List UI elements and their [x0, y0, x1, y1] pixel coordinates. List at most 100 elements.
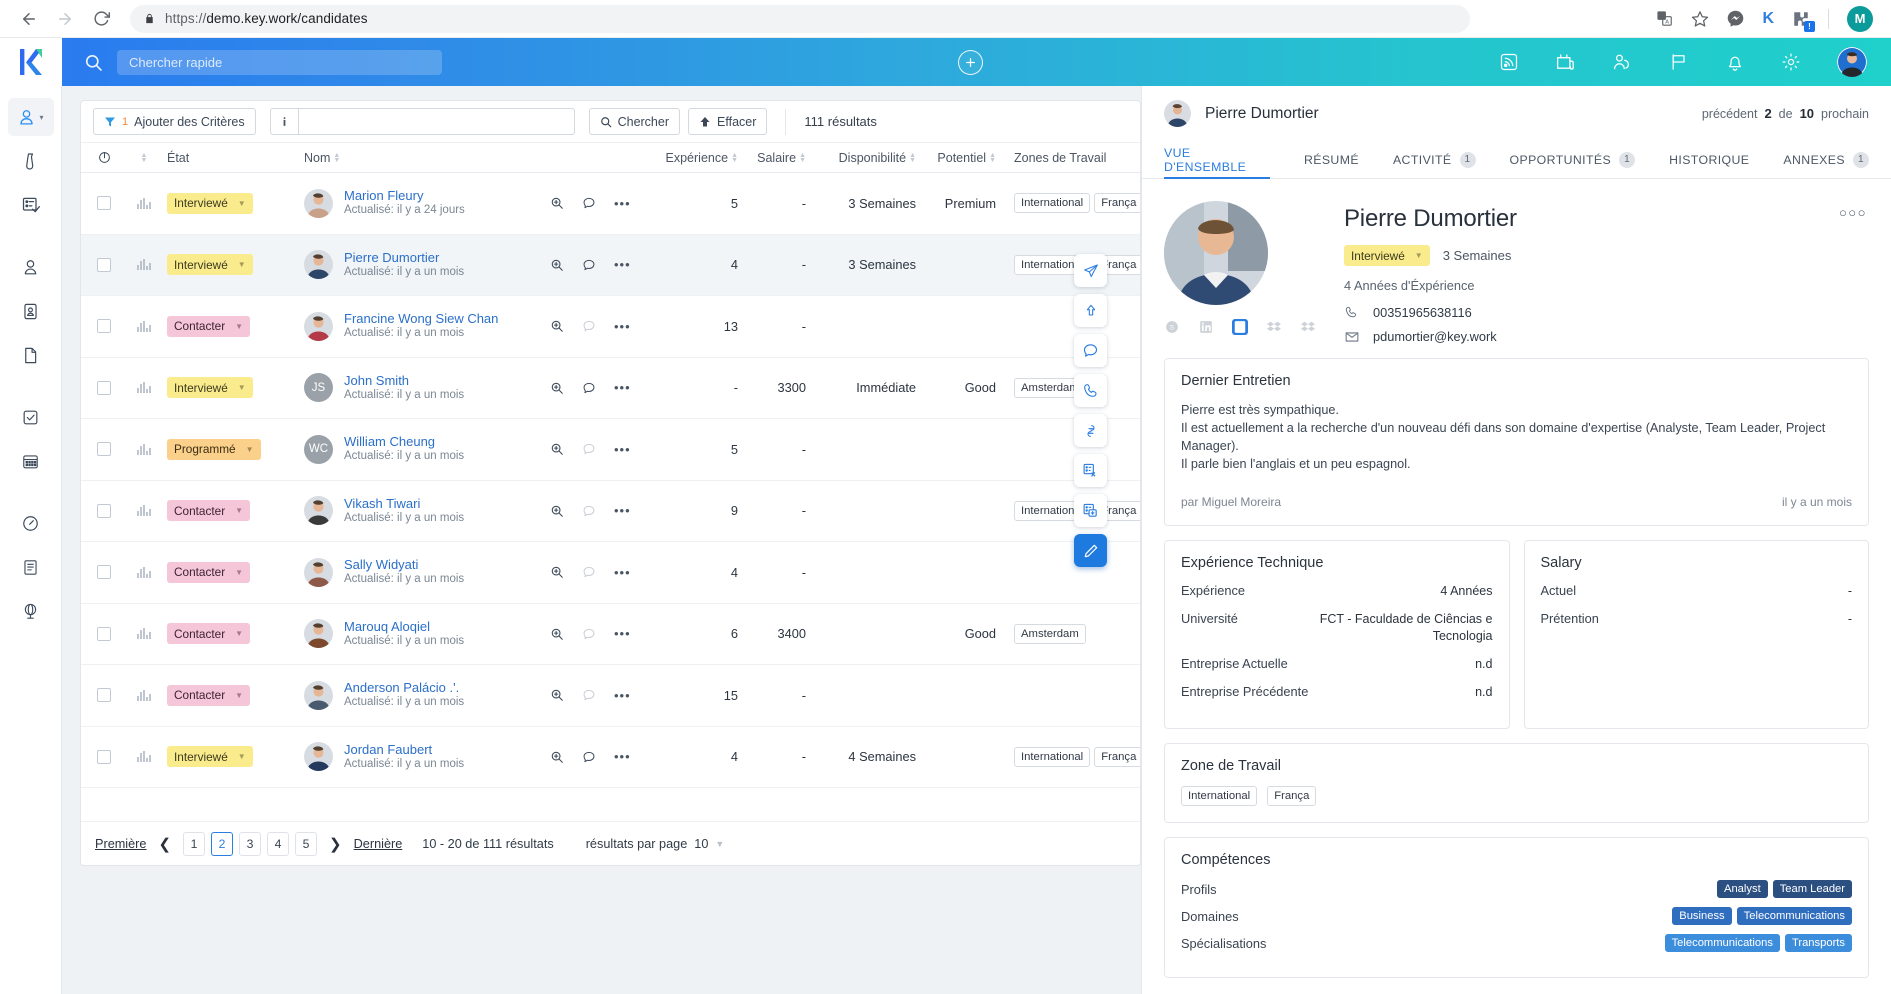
search-button[interactable]: Chercher [589, 108, 680, 135]
preview-icon[interactable] [550, 319, 564, 333]
table-row[interactable]: Contacter ▼ Anderson Palácio .'. Actuali… [81, 665, 1140, 727]
header-zones[interactable]: Zones de Travail [996, 143, 1141, 172]
row-checkbox[interactable] [85, 750, 123, 764]
row-checkbox[interactable] [85, 258, 123, 272]
candidate-name-link[interactable]: Anderson Palácio .'. [344, 680, 464, 695]
header-disponibilite[interactable]: Disponibilité ▲▼ [806, 143, 916, 172]
row-chart-icon[interactable] [123, 567, 165, 578]
row-chart-icon[interactable] [123, 751, 165, 762]
gear-icon[interactable] [1781, 52, 1801, 72]
tab-annexes[interactable]: ANNEXES1 [1783, 141, 1869, 178]
sort-control-pot[interactable]: ▲▼ [989, 153, 996, 163]
header-nom[interactable]: Nom ▲▼ [300, 143, 550, 172]
row-name-cell[interactable]: WC William Cheung Actualisé: il y a un m… [300, 434, 550, 464]
next-record-link[interactable]: prochain [1821, 107, 1869, 121]
email-row[interactable]: pdumortier@key.work [1344, 329, 1869, 344]
row-name-cell[interactable]: Jordan Faubert Actualisé: il y a un mois [300, 742, 550, 772]
chevron-left-icon[interactable]: ❮ [156, 835, 173, 853]
table-row[interactable]: Contacter ▼ Vikash Tiwari Actualisé: il … [81, 481, 1140, 543]
row-name-cell[interactable]: JS John Smith Actualisé: il y a un mois [300, 373, 550, 403]
comment-icon[interactable] [1074, 334, 1107, 367]
row-status[interactable]: Programmé ▼ [165, 439, 300, 460]
sidebar-item-documents[interactable] [8, 336, 54, 374]
keyword-search-input[interactable] [298, 108, 575, 135]
table-row[interactable]: Programmé ▼ WC William Cheung Actualisé:… [81, 419, 1140, 481]
tab-opportunit-s[interactable]: OPPORTUNITÉS1 [1510, 141, 1636, 178]
row-checkbox[interactable] [85, 442, 123, 456]
select-all-header[interactable] [85, 151, 123, 164]
keywork-extension-icon[interactable]: K [1762, 10, 1774, 28]
row-chart-icon[interactable] [123, 628, 165, 639]
preview-icon[interactable] [550, 196, 564, 210]
row-status[interactable]: Interviewé ▼ [165, 746, 300, 767]
page-number[interactable]: 5 [295, 832, 317, 856]
row-more-icon[interactable]: ••• [614, 442, 631, 457]
skype-icon[interactable]: S [1164, 319, 1180, 335]
row-status[interactable]: Interviewé ▼ [165, 377, 300, 398]
sidebar-item-dashboard[interactable] [8, 504, 54, 542]
browser-profile-avatar[interactable]: M [1847, 6, 1873, 32]
reload-icon[interactable] [86, 4, 116, 34]
status-badge[interactable]: Interviewé ▼ [167, 377, 253, 398]
user-avatar[interactable] [1837, 47, 1867, 77]
cv-icon[interactable] [1232, 319, 1248, 335]
row-checkbox[interactable] [85, 504, 123, 518]
add-criteria-button[interactable]: 1 Ajouter des Critères [93, 108, 256, 135]
row-chart-icon[interactable] [123, 321, 165, 332]
table-row[interactable]: Interviewé ▼ Pierre Dumortier Actualisé:… [81, 235, 1140, 297]
bell-icon[interactable] [1725, 52, 1745, 72]
linkedin-icon[interactable] [1198, 319, 1214, 335]
sort-control[interactable]: ▲▼ [141, 153, 148, 163]
row-chart-icon[interactable] [123, 444, 165, 455]
row-more-icon[interactable]: ••• [614, 319, 631, 334]
row-name-cell[interactable]: Marouq Aloqiel Actualisé: il y a un mois [300, 619, 550, 649]
table-row[interactable]: Interviewé ▼ Marion Fleury Actualisé: il… [81, 173, 1140, 235]
people-icon[interactable] [1612, 52, 1633, 73]
preview-icon[interactable] [550, 627, 564, 641]
last-page-link[interactable]: Dernière [354, 837, 403, 851]
candidate-name-link[interactable]: Marion Fleury [344, 188, 465, 203]
comment-icon[interactable] [582, 319, 596, 333]
status-badge[interactable]: Contacter ▼ [167, 562, 250, 583]
row-name-cell[interactable]: Anderson Palácio .'. Actualisé: il y a u… [300, 680, 550, 710]
comment-icon[interactable] [582, 504, 596, 518]
preview-icon[interactable] [550, 442, 564, 456]
row-status[interactable]: Contacter ▼ [165, 685, 300, 706]
first-page-link[interactable]: Première [95, 837, 146, 851]
translate-icon[interactable]: A [1656, 10, 1673, 27]
status-badge[interactable]: Contacter ▼ [167, 623, 250, 644]
row-more-icon[interactable]: ••• [614, 503, 631, 518]
phone-row[interactable]: 00351965638116 [1344, 305, 1869, 320]
row-more-icon[interactable]: ••• [614, 749, 631, 764]
row-checkbox[interactable] [85, 381, 123, 395]
search-icon[interactable] [84, 53, 103, 72]
row-checkbox[interactable] [85, 688, 123, 702]
row-status[interactable]: Contacter ▼ [165, 316, 300, 337]
status-badge[interactable]: Interviewé ▼ [1344, 245, 1430, 266]
sidebar-item-clients[interactable] [8, 292, 54, 330]
bookmark-star-icon[interactable] [1691, 10, 1709, 28]
table-row[interactable]: Contacter ▼ Francine Wong Siew Chan Actu… [81, 296, 1140, 358]
row-more-icon[interactable]: ••• [614, 688, 631, 703]
clear-button[interactable]: Effacer [688, 108, 767, 135]
row-more-icon[interactable]: ••• [614, 626, 631, 641]
sidebar-item-reports[interactable] [8, 548, 54, 586]
header-salaire[interactable]: Salaire ▲▼ [738, 143, 806, 172]
comment-icon[interactable] [582, 196, 596, 210]
quick-search-input[interactable]: Chercher rapide [117, 50, 442, 75]
edit-icon[interactable] [1074, 534, 1107, 567]
upload-icon[interactable] [1074, 294, 1107, 327]
app-logo[interactable] [0, 38, 62, 86]
tab-vue-d-ensemble[interactable]: VUE D'ENSEMBLE [1164, 141, 1270, 178]
row-name-cell[interactable]: Vikash Tiwari Actualisé: il y a un mois [300, 496, 550, 526]
row-chart-icon[interactable] [123, 505, 165, 516]
row-checkbox[interactable] [85, 319, 123, 333]
sidebar-item-globe[interactable] [8, 592, 54, 630]
row-status[interactable]: Contacter ▼ [165, 500, 300, 521]
preview-icon[interactable] [550, 565, 564, 579]
dropbox-icon[interactable] [1266, 319, 1282, 335]
row-chart-icon[interactable] [123, 382, 165, 393]
row-status[interactable]: Contacter ▼ [165, 562, 300, 583]
status-badge[interactable]: Programmé ▼ [167, 439, 261, 460]
address-bar[interactable]: https://demo.key.work/candidates [130, 5, 1470, 33]
